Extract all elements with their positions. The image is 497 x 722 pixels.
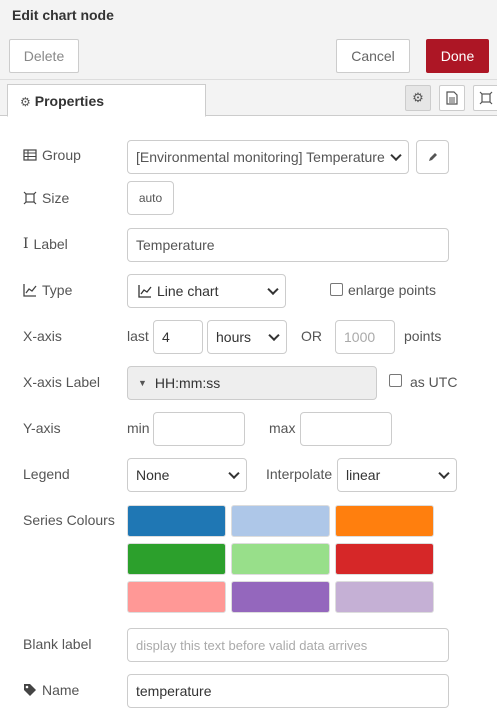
label-label: Label bbox=[33, 236, 68, 252]
legend-label: Legend bbox=[23, 466, 70, 482]
frame-icon bbox=[23, 191, 37, 205]
yaxis-min-label: min bbox=[127, 420, 150, 436]
settings-tab-icon[interactable]: ⚙ bbox=[405, 85, 431, 111]
series-colour-swatch-2[interactable] bbox=[231, 505, 330, 537]
xaxis-format-input[interactable]: ▼ HH:mm:ss bbox=[127, 366, 377, 400]
gear-icon: ⚙ bbox=[20, 95, 31, 109]
xaxis-points-label: points bbox=[404, 328, 442, 344]
type-label: Type bbox=[42, 282, 73, 298]
legend-select-value: None bbox=[136, 467, 170, 483]
text-cursor-icon: I bbox=[23, 236, 29, 252]
xaxis-amount-value: 4 bbox=[162, 329, 170, 345]
yaxis-max-input[interactable] bbox=[300, 412, 392, 446]
label-input-value: Temperature bbox=[136, 237, 215, 253]
legend-select[interactable]: None bbox=[127, 458, 247, 492]
size-label: Size bbox=[42, 190, 70, 206]
xaxis-format-label: X-axis Label bbox=[23, 374, 101, 390]
series-colour-swatch-5[interactable] bbox=[231, 543, 330, 575]
series-colour-swatch-3[interactable] bbox=[335, 505, 434, 537]
blank-label-placeholder: display this text before valid data arri… bbox=[136, 637, 368, 653]
name-label: Name bbox=[42, 682, 80, 698]
yaxis-label: Y-axis bbox=[23, 420, 61, 436]
name-input-value: temperature bbox=[136, 683, 212, 699]
series-colour-swatch-9[interactable] bbox=[335, 581, 434, 613]
dialog-toolbar: Delete Cancel Done bbox=[0, 30, 497, 80]
xaxis-unit-select[interactable]: hours bbox=[207, 320, 287, 354]
tab-properties[interactable]: ⚙ Properties bbox=[7, 84, 206, 117]
group-label: Group bbox=[42, 147, 81, 163]
size-value: auto bbox=[138, 191, 163, 205]
name-label-row: Name bbox=[23, 682, 79, 698]
xaxis-unit-value: hours bbox=[216, 329, 252, 345]
size-button[interactable]: auto bbox=[127, 181, 174, 215]
xaxis-points-input[interactable]: 1000 bbox=[335, 320, 395, 354]
series-colour-swatch-1[interactable] bbox=[127, 505, 226, 537]
document-icon bbox=[446, 91, 458, 105]
tab-strip: ⚙ Properties ⚙ bbox=[0, 80, 497, 117]
gear-icon: ⚙ bbox=[412, 90, 424, 105]
caret-down-icon: ▼ bbox=[138, 378, 147, 388]
cancel-button[interactable]: Cancel bbox=[336, 39, 410, 73]
tag-icon bbox=[24, 684, 36, 696]
xaxis-points-placeholder: 1000 bbox=[344, 329, 376, 345]
series-colour-swatch-4[interactable] bbox=[127, 543, 226, 575]
frame-icon bbox=[479, 91, 493, 105]
name-input[interactable]: temperature bbox=[127, 674, 449, 708]
label-label-row: I Label bbox=[23, 236, 68, 252]
pencil-icon bbox=[428, 153, 437, 161]
interpolate-select-value: linear bbox=[346, 467, 381, 483]
yaxis-max-label: max bbox=[269, 420, 296, 436]
as-utc-checkbox[interactable] bbox=[389, 374, 402, 387]
group-select-value: [Environmental monitoring] Temperature bbox=[136, 149, 385, 165]
line-chart-icon bbox=[23, 284, 37, 297]
group-select[interactable]: [Environmental monitoring] Temperature bbox=[127, 140, 409, 174]
xaxis-last-label: last bbox=[127, 328, 149, 344]
type-select-value: Line chart bbox=[157, 283, 219, 299]
dialog-title: Edit chart node bbox=[12, 7, 114, 23]
blank-label-input[interactable]: display this text before valid data arri… bbox=[127, 628, 449, 662]
xaxis-format-value: HH:mm:ss bbox=[154, 375, 221, 391]
interpolate-select[interactable]: linear bbox=[337, 458, 457, 492]
group-label-row: Group bbox=[23, 147, 81, 163]
series-colour-swatch-6[interactable] bbox=[335, 543, 434, 575]
yaxis-min-input[interactable] bbox=[153, 412, 245, 446]
enlarge-points-checkbox[interactable] bbox=[330, 283, 343, 296]
size-label-row: Size bbox=[23, 190, 69, 206]
series-colour-swatch-7[interactable] bbox=[127, 581, 226, 613]
as-utc-label: as UTC bbox=[410, 374, 458, 390]
xaxis-or-label: OR bbox=[301, 328, 322, 344]
dialog-titlebar: Edit chart node bbox=[0, 0, 497, 30]
xaxis-amount-input[interactable]: 4 bbox=[153, 320, 203, 354]
tab-properties-label: Properties bbox=[34, 93, 105, 109]
label-input[interactable]: Temperature bbox=[127, 228, 449, 262]
delete-button[interactable]: Delete bbox=[9, 39, 79, 73]
enlarge-points-label: enlarge points bbox=[348, 282, 436, 298]
blank-label-label: Blank label bbox=[23, 636, 92, 652]
series-colours-label: Series Colours bbox=[23, 512, 115, 528]
table-icon bbox=[23, 149, 37, 161]
edit-group-button[interactable] bbox=[416, 140, 449, 174]
appearance-tab-icon[interactable] bbox=[473, 85, 497, 111]
type-label-row: Type bbox=[23, 282, 72, 298]
series-colour-swatch-8[interactable] bbox=[231, 581, 330, 613]
description-tab-icon[interactable] bbox=[439, 85, 465, 111]
xaxis-label: X-axis bbox=[23, 328, 62, 344]
line-chart-icon bbox=[138, 285, 152, 298]
interpolate-label: Interpolate bbox=[266, 466, 333, 482]
done-button[interactable]: Done bbox=[426, 39, 489, 73]
type-select[interactable]: Line chart bbox=[127, 274, 286, 308]
